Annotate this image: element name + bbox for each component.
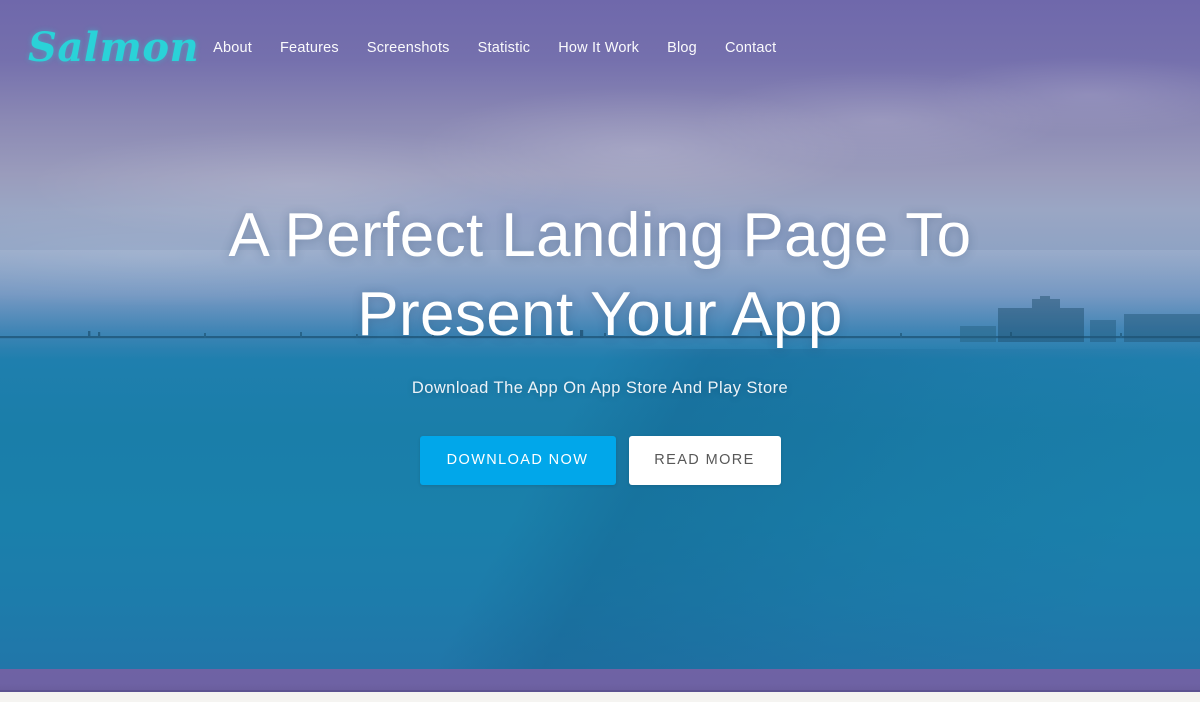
- brand-logo[interactable]: Salmon: [28, 28, 199, 68]
- nav-item-about: About: [199, 34, 266, 62]
- download-now-button[interactable]: DOWNLOAD NOW: [419, 435, 616, 485]
- hero-headline: A Perfect Landing Page To Present Your A…: [228, 201, 972, 350]
- nav-list: About Features Screenshots Statistic How…: [199, 34, 776, 62]
- hero-section: Salmon About Features Screenshots Statis…: [0, 0, 1200, 669]
- nav-link-about[interactable]: About: [199, 34, 266, 62]
- nav-link-contact[interactable]: Contact: [711, 34, 776, 62]
- nav-link-blog[interactable]: Blog: [653, 34, 711, 62]
- site-header: Salmon About Features Screenshots Statis…: [0, 0, 1200, 96]
- nav-link-how-it-work[interactable]: How It Work: [544, 34, 653, 62]
- nav-item-blog: Blog: [653, 34, 711, 62]
- hero-content: A Perfect Landing Page To Present Your A…: [0, 196, 1200, 485]
- hero-cta-group: DOWNLOAD NOW READ MORE: [0, 435, 1200, 485]
- nav-item-screenshots: Screenshots: [353, 34, 464, 62]
- main-navigation: About Features Screenshots Statistic How…: [199, 34, 776, 62]
- nav-item-features: Features: [266, 34, 353, 62]
- nav-link-statistic[interactable]: Statistic: [464, 34, 545, 62]
- nav-item-contact: Contact: [711, 34, 776, 62]
- read-more-button[interactable]: READ MORE: [628, 435, 781, 485]
- nav-link-screenshots[interactable]: Screenshots: [353, 34, 464, 62]
- nav-item-how-it-work: How It Work: [544, 34, 653, 62]
- page-background-strip: [0, 692, 1200, 702]
- hero-subheadline: Download The App On App Store And Play S…: [411, 378, 789, 397]
- section-divider-bar: [0, 669, 1200, 690]
- nav-item-statistic: Statistic: [464, 34, 545, 62]
- nav-link-features[interactable]: Features: [266, 34, 353, 62]
